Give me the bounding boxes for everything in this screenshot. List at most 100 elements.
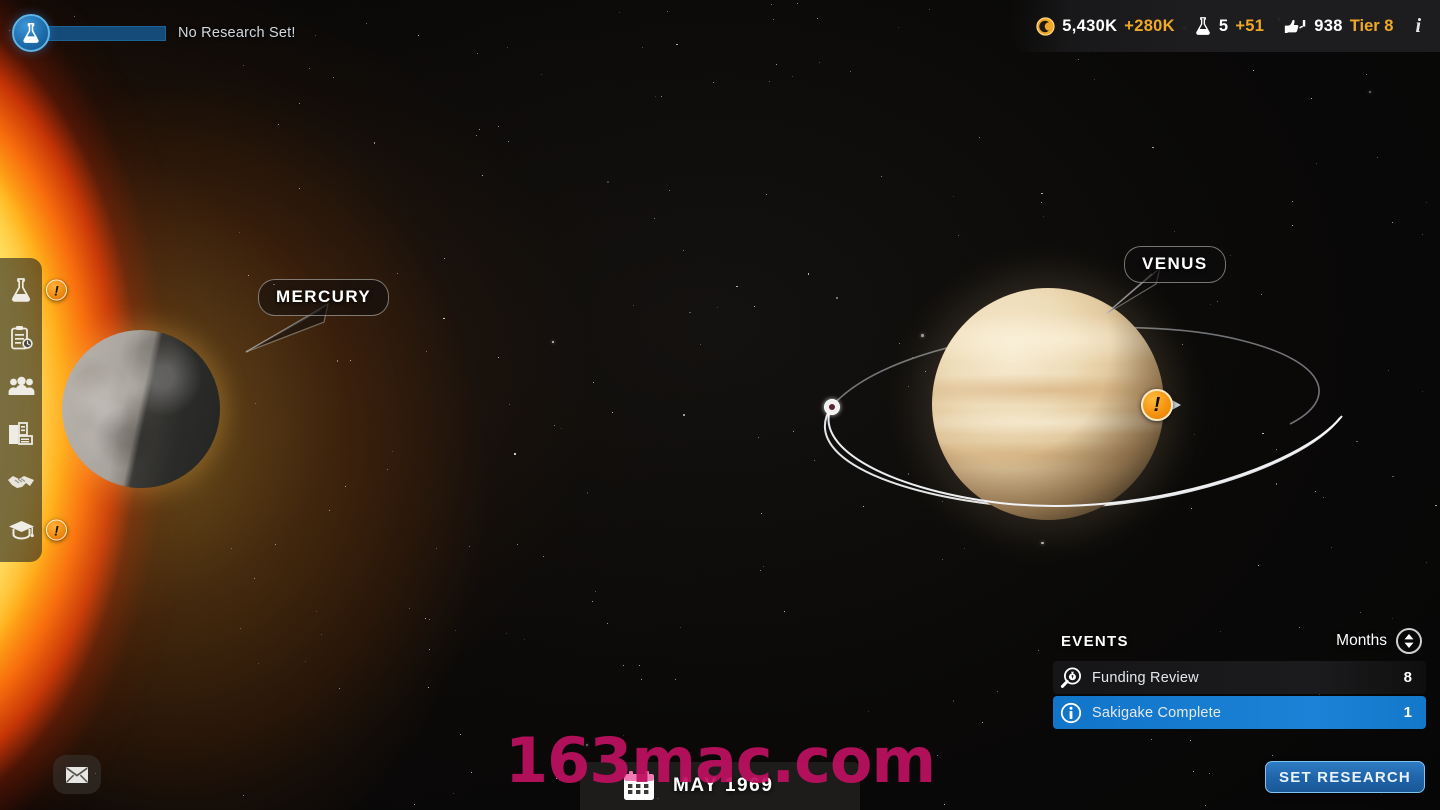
star <box>979 136 981 138</box>
planet-label-mercury[interactable]: MERCURY <box>258 279 390 316</box>
star <box>585 743 589 746</box>
sidebar-badge-training[interactable]: ! <box>46 519 67 541</box>
star <box>1216 301 1218 303</box>
research-progress-widget[interactable]: No Research Set! <box>12 14 296 52</box>
star <box>1381 793 1383 795</box>
star <box>239 628 241 630</box>
star <box>1391 221 1393 223</box>
star <box>912 356 914 358</box>
star <box>860 746 862 748</box>
planet-label-venus[interactable]: VENUS <box>1124 246 1226 283</box>
sidebar-item-programs[interactable] <box>0 314 42 362</box>
star <box>592 600 593 602</box>
star <box>619 11 621 13</box>
star <box>1150 738 1152 740</box>
planet-venus[interactable] <box>932 288 1164 520</box>
star <box>1189 739 1191 741</box>
star <box>632 304 634 306</box>
funding-review-icon <box>1059 666 1083 690</box>
star <box>1040 202 1042 204</box>
star <box>963 547 966 550</box>
star <box>542 555 544 557</box>
star <box>435 547 437 549</box>
events-title: EVENTS <box>1061 632 1129 650</box>
star <box>813 459 815 461</box>
sidebar-item-facilities[interactable] <box>0 410 42 458</box>
star <box>255 402 257 404</box>
star <box>1041 542 1044 545</box>
resource-research[interactable]: 5 +51 <box>1194 16 1264 36</box>
planet-mercury[interactable] <box>62 330 220 488</box>
sidebar-item-astronauts[interactable] <box>0 362 42 410</box>
sidebar-item-training[interactable]: ! <box>0 506 67 554</box>
event-row-sakigake-complete[interactable]: Sakigake Complete 1 <box>1053 696 1426 729</box>
spacecraft-marker[interactable] <box>824 399 840 415</box>
star <box>1181 343 1184 346</box>
star <box>429 648 430 650</box>
event-row-funding-review[interactable]: Funding Review 8 <box>1053 661 1426 694</box>
star <box>791 75 793 77</box>
up-down-arrows-icon <box>1404 634 1414 648</box>
set-research-button[interactable]: SET RESEARCH <box>1265 761 1425 793</box>
sidebar-item-contracts[interactable] <box>0 458 42 506</box>
star <box>997 691 999 693</box>
funds-value: 5,430K <box>1062 16 1118 35</box>
date-panel[interactable]: MAY 1969 <box>580 762 860 810</box>
resource-confidence[interactable]: 938 Tier 8 <box>1283 17 1393 36</box>
star <box>766 193 767 195</box>
star <box>655 96 656 98</box>
star <box>275 544 277 546</box>
star <box>478 129 480 131</box>
star <box>762 565 764 567</box>
star <box>1078 59 1080 61</box>
star <box>1387 369 1389 371</box>
mail-button[interactable] <box>53 755 101 794</box>
star <box>1205 805 1206 807</box>
star <box>683 250 685 252</box>
star <box>1310 97 1312 99</box>
star <box>924 371 926 373</box>
star <box>508 404 510 406</box>
star <box>321 634 323 636</box>
research-flask-button[interactable] <box>12 14 50 52</box>
star <box>772 19 774 21</box>
star <box>606 622 609 625</box>
star <box>898 343 900 345</box>
star <box>758 436 760 438</box>
sidebar-badge-research[interactable]: ! <box>46 279 67 301</box>
star <box>1209 772 1211 774</box>
star <box>807 273 810 275</box>
star <box>1193 434 1195 436</box>
star <box>516 544 518 546</box>
event-count: 8 <box>1403 669 1412 686</box>
confidence-value: 938 <box>1314 16 1343 35</box>
star <box>514 453 516 455</box>
star <box>506 632 507 634</box>
mercury-surface-texture <box>62 330 220 488</box>
star <box>689 311 691 314</box>
range-stepper-icon[interactable] <box>1396 628 1422 654</box>
star <box>907 473 910 475</box>
star <box>638 665 640 667</box>
flask-icon <box>11 278 31 302</box>
star <box>700 343 701 345</box>
star <box>595 591 597 593</box>
star <box>242 794 244 796</box>
star <box>592 382 594 384</box>
info-icon[interactable]: i <box>1412 15 1424 38</box>
current-date: MAY 1969 <box>673 775 774 796</box>
resource-funds[interactable]: 5,430K +280K <box>1036 17 1175 36</box>
star <box>391 451 393 452</box>
star <box>716 307 718 309</box>
events-range-control[interactable]: Months <box>1336 628 1422 654</box>
star <box>769 81 771 82</box>
star <box>408 607 410 609</box>
star <box>427 686 429 688</box>
star <box>497 356 499 358</box>
star <box>507 46 509 48</box>
sidebar-item-research[interactable]: ! <box>0 266 67 314</box>
star <box>816 17 818 19</box>
venus-alert-marker[interactable]: ! <box>1141 389 1181 421</box>
star <box>1262 432 1264 435</box>
star <box>1356 440 1358 443</box>
